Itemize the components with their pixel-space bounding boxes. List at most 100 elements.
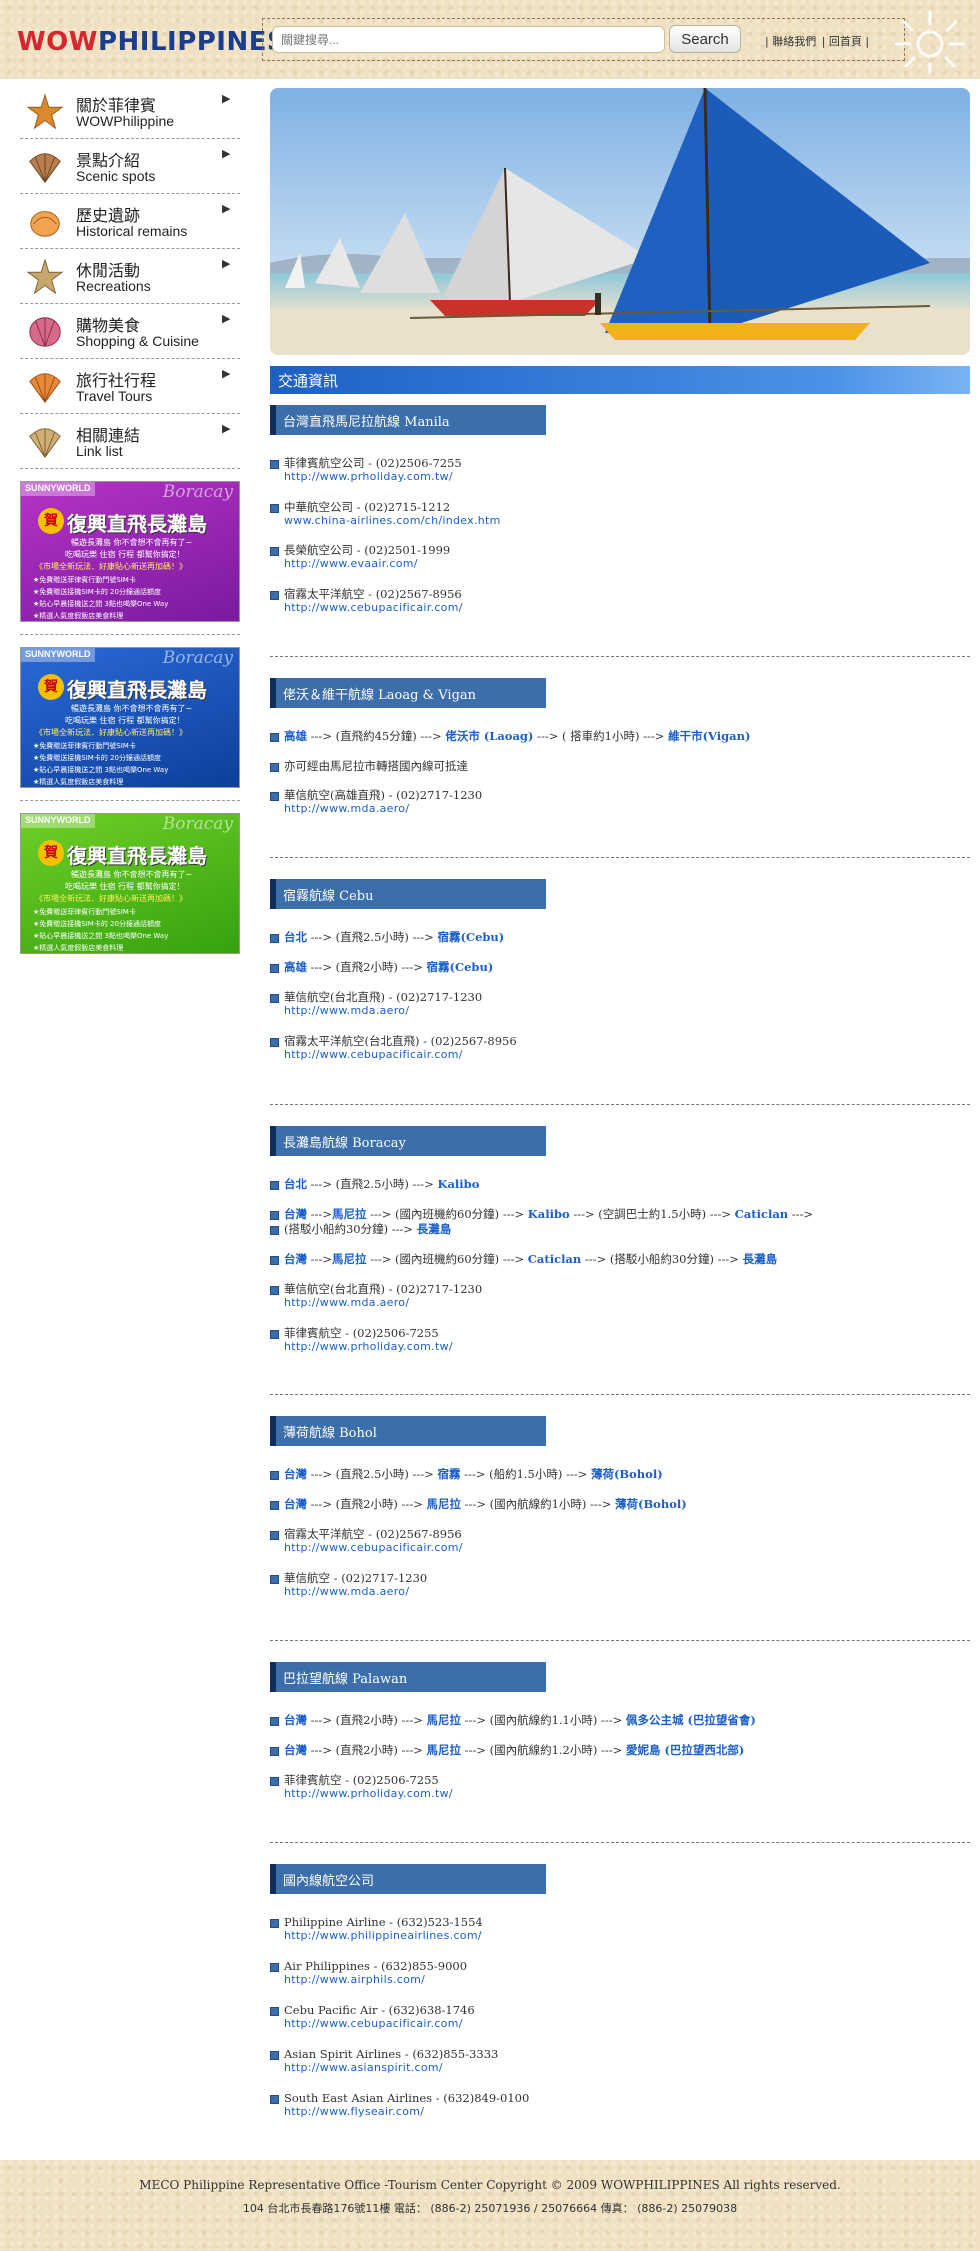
divider [20, 634, 240, 635]
hero-image-sailboats [270, 88, 970, 355]
airline-link[interactable]: http://www.mda.aero/ [284, 1003, 409, 1018]
promo-script-title: Boracay [162, 482, 233, 502]
route-step: ---> (直飛2小時) ---> [307, 1497, 427, 1511]
promo-headline: 復興直飛長灘島 [67, 512, 207, 536]
promo-bullet: ★免費贈送菲律賓行動門號SIM卡 [33, 576, 136, 584]
route-step: ---> (直飛2.5小時) ---> [307, 1467, 438, 1481]
arrow-right-icon: ▶ [222, 422, 231, 435]
airline-link[interactable]: http://www.airphils.com/ [284, 1972, 425, 1987]
promo-banner-boracay[interactable]: SUNNYWORLD Boracay 賀 復興直飛長灘島 暢遊長灘島 你不會想不… [20, 647, 240, 788]
route-title-palawan: 巴拉望航線 Palawan [270, 1662, 546, 1692]
starfish-icon [26, 93, 64, 130]
sidebar-item-recreations[interactable]: 休閒活動 Recreations ▶ [20, 249, 240, 304]
route-step: ---> [307, 1207, 332, 1221]
place-name: 宿霧(Cebu) [437, 930, 505, 944]
divider [270, 1104, 970, 1105]
place-name: 台灣 [284, 1252, 307, 1266]
route-step: ---> (國內航線約1.1小時) ---> [461, 1713, 626, 1727]
home-link[interactable]: | 回首頁 | [822, 35, 869, 48]
arrow-right-icon: ▶ [222, 257, 231, 270]
promo-script-title: Boracay [162, 648, 233, 668]
place-name: 薄荷(Bohol) [615, 1497, 687, 1511]
route-step: ---> (搭駁小船約30分鐘) ---> [581, 1252, 743, 1266]
promo-brand: SUNNYWORLD [21, 648, 95, 662]
route-title-boracay: 長灘島航線 Boracay [270, 1126, 546, 1156]
promo-bullet: ★免費贈送接機SIM卡的 20分鐘通話額度 [33, 754, 161, 762]
airline-link[interactable]: www.china-airlines.com/ch/index.htm [284, 513, 501, 528]
place-name: Kalibo [437, 1177, 480, 1191]
search-bar: Search | 聯絡我們 | 回首頁 | [262, 18, 905, 61]
logo-text-wow: WOW [17, 27, 98, 57]
place-name: 長灘島 [742, 1252, 778, 1266]
route-title-text: 巴拉望航線 Palawan [283, 1672, 408, 1687]
route-step: ---> [307, 1252, 332, 1266]
contact-us-link[interactable]: | 聯絡我們 [765, 35, 816, 48]
route-title-manila: 台灣直飛馬尼拉航線 Manila [270, 405, 546, 435]
airline-link[interactable]: http://www.prholiday.com.tw/ [284, 1339, 453, 1354]
place-name: 台灣 [284, 1497, 307, 1511]
sun-icon [894, 10, 966, 74]
search-input[interactable] [272, 26, 665, 53]
sidebar-nav: 關於菲律賓 WOWPhilippine ▶ 景點介紹 Scenic spots … [20, 84, 240, 954]
promo-bullet: ★免費贈送菲律賓行動門號SIM卡 [33, 742, 136, 750]
airline-link[interactable]: http://www.cebupacificair.com/ [284, 1540, 463, 1555]
airline-link[interactable]: http://www.mda.aero/ [284, 801, 409, 816]
sidebar-item-tours[interactable]: 旅行社行程 Travel Tours ▶ [20, 359, 240, 414]
promo-banner-boracay[interactable]: SUNNYWORLD Boracay 賀 復興直飛長灘島 暢遊長灘島 你不會想不… [20, 813, 240, 954]
airline-link[interactable]: http://www.prholiday.com.tw/ [284, 1786, 453, 1801]
sidebar-item-sublabel: Travel Tours [76, 388, 153, 404]
sidebar-item-about[interactable]: 關於菲律賓 WOWPhilippine ▶ [20, 84, 240, 139]
promo-bullet: ★免費贈送接機SIM卡的 20分鐘通話額度 [33, 588, 161, 596]
site-footer: MECO Philippine Representative Office -T… [0, 2160, 980, 2251]
arrow-right-icon: ▶ [222, 147, 231, 160]
promo-line: 暢遊長灘島 你不會想不會再有了~ [71, 704, 193, 713]
promo-bullet: ★免費贈送菲律賓行動門號SIM卡 [33, 908, 136, 916]
promo-line: 《市場全新玩法．好康貼心新送再加碼！》 [35, 728, 187, 737]
airline-link[interactable]: http://www.mda.aero/ [284, 1295, 409, 1310]
search-button[interactable]: Search [669, 25, 741, 53]
promo-line: 吃喝玩樂 住宿 行程 都幫你搞定！ [65, 716, 185, 725]
sidebar-item-shopping[interactable]: 購物美食 Shopping & Cuisine ▶ [20, 304, 240, 359]
arrow-right-icon: ▶ [222, 367, 231, 380]
route-step: ---> (直飛2小時) ---> [307, 1713, 427, 1727]
airline-link[interactable]: http://www.mda.aero/ [284, 1584, 409, 1599]
place-name: 台北 [284, 1177, 307, 1191]
divider [270, 1394, 970, 1395]
site-logo[interactable]: WOWPHILIPPINES [17, 27, 286, 57]
promo-headline: 復興直飛長灘島 [67, 678, 207, 702]
route-title-text: 國內線航空公司 [283, 1874, 375, 1889]
airline-link[interactable]: http://www.cebupacificair.com/ [284, 2016, 463, 2031]
promo-banner-boracay[interactable]: SUNNYWORLD Boracay 賀 復興直飛長灘島 暢遊長灘島 你不會想不… [20, 481, 240, 622]
place-name: 愛妮島 (巴拉望西北部) [625, 1743, 745, 1757]
airline-link[interactable]: http://www.evaair.com/ [284, 556, 418, 571]
site-header: WOWPHILIPPINES Search | 聯絡我們 | 回首頁 | [0, 0, 980, 79]
route-step: ---> (直飛2小時) ---> [307, 1743, 427, 1757]
promo-brand: SUNNYWORLD [21, 482, 95, 496]
divider [270, 857, 970, 858]
place-name: Caticlan [527, 1252, 582, 1266]
route-note: 亦可經由馬尼拉市轉搭國內線可抵達 [284, 759, 468, 773]
sidebar-item-links[interactable]: 相關連結 Link list ▶ [20, 414, 240, 469]
route-title-text: 薄荷航線 Bohol [283, 1426, 377, 1441]
airline-link[interactable]: http://www.cebupacificair.com/ [284, 1047, 463, 1062]
divider [270, 1842, 970, 1843]
airline-link[interactable]: http://www.cebupacificair.com/ [284, 600, 463, 615]
route-step: ---> [788, 1207, 814, 1221]
sidebar-item-historical[interactable]: 歷史遺跡 Historical remains ▶ [20, 194, 240, 249]
place-name: 維干市(Vigan) [668, 729, 751, 743]
airline-link[interactable]: http://www.flyseair.com/ [284, 2104, 424, 2119]
arrow-right-icon: ▶ [222, 202, 231, 215]
promo-line: 暢遊長灘島 你不會想不會再有了~ [71, 870, 193, 879]
promo-bullet: ★免費贈送接機SIM卡的 20分鐘通話額度 [33, 920, 161, 928]
place-name: 台北 [284, 930, 307, 944]
airline-link[interactable]: http://www.asianspirit.com/ [284, 2060, 443, 2075]
route-title-text: 長灘島航線 Boracay [283, 1136, 406, 1151]
route-step: ---> (國內航線約1.2小時) ---> [461, 1743, 626, 1757]
airline-link[interactable]: http://www.prholiday.com.tw/ [284, 469, 453, 484]
airline-link[interactable]: http://www.philippineairlines.com/ [284, 1928, 482, 1943]
sidebar-item-sublabel: Shopping & Cuisine [76, 333, 199, 349]
sidebar-item-sublabel: Historical remains [76, 223, 188, 239]
sidebar-item-scenic[interactable]: 景點介紹 Scenic spots ▶ [20, 139, 240, 194]
route-step: ---> (直飛約45分鐘) ---> [307, 729, 446, 743]
sidebar-item-sublabel: Scenic spots [76, 168, 156, 184]
